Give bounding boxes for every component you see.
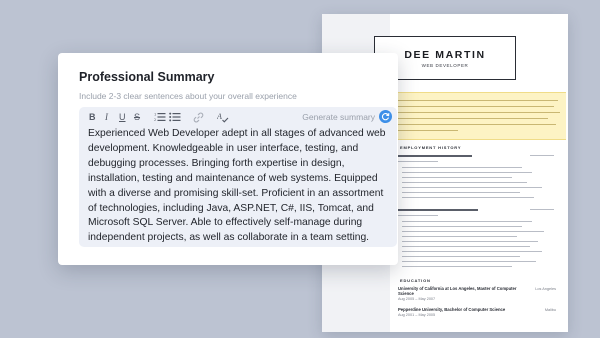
formatting-toolbar: B I U S 1 2 A Generate summary — [79, 107, 397, 127]
summary-editor[interactable]: B I U S 1 2 A Generate summary Experienc… — [79, 107, 397, 247]
bullet-list-icon[interactable] — [169, 111, 181, 123]
resume-education-1-location: Los Angeles — [535, 287, 556, 291]
svg-text:A: A — [217, 112, 222, 121]
underline-button[interactable]: U — [119, 111, 126, 123]
summary-text[interactable]: Experienced Web Developer adept in all s… — [88, 127, 389, 246]
resume-education-2-location: Malibu — [544, 308, 556, 312]
professional-summary-card: Professional Summary Include 2-3 clear s… — [58, 53, 398, 265]
resume-section-education: EDUCATION — [400, 278, 431, 283]
resume-section-employment: EMPLOYMENT HISTORY — [400, 145, 462, 150]
resume-summary-highlight — [392, 92, 566, 140]
bold-button[interactable]: B — [89, 111, 96, 123]
link-icon[interactable] — [193, 111, 204, 123]
refresh-icon[interactable] — [379, 110, 392, 123]
svg-text:1: 1 — [154, 113, 156, 117]
resume-education-1: University of California at Los Angeles,… — [398, 286, 517, 301]
resume-education-2: Pepperdine University, Bachelor of Compu… — [398, 307, 506, 317]
section-title: Professional Summary — [79, 70, 215, 84]
spellcheck-icon[interactable]: A — [217, 111, 229, 123]
numbered-list-icon[interactable]: 1 2 — [154, 111, 166, 123]
svg-text:2: 2 — [154, 118, 156, 122]
italic-button[interactable]: I — [105, 111, 108, 123]
generate-summary-button[interactable]: Generate summary — [302, 112, 375, 122]
section-hint: Include 2-3 clear sentences about your o… — [79, 91, 297, 101]
strikethrough-button[interactable]: S — [134, 111, 140, 123]
